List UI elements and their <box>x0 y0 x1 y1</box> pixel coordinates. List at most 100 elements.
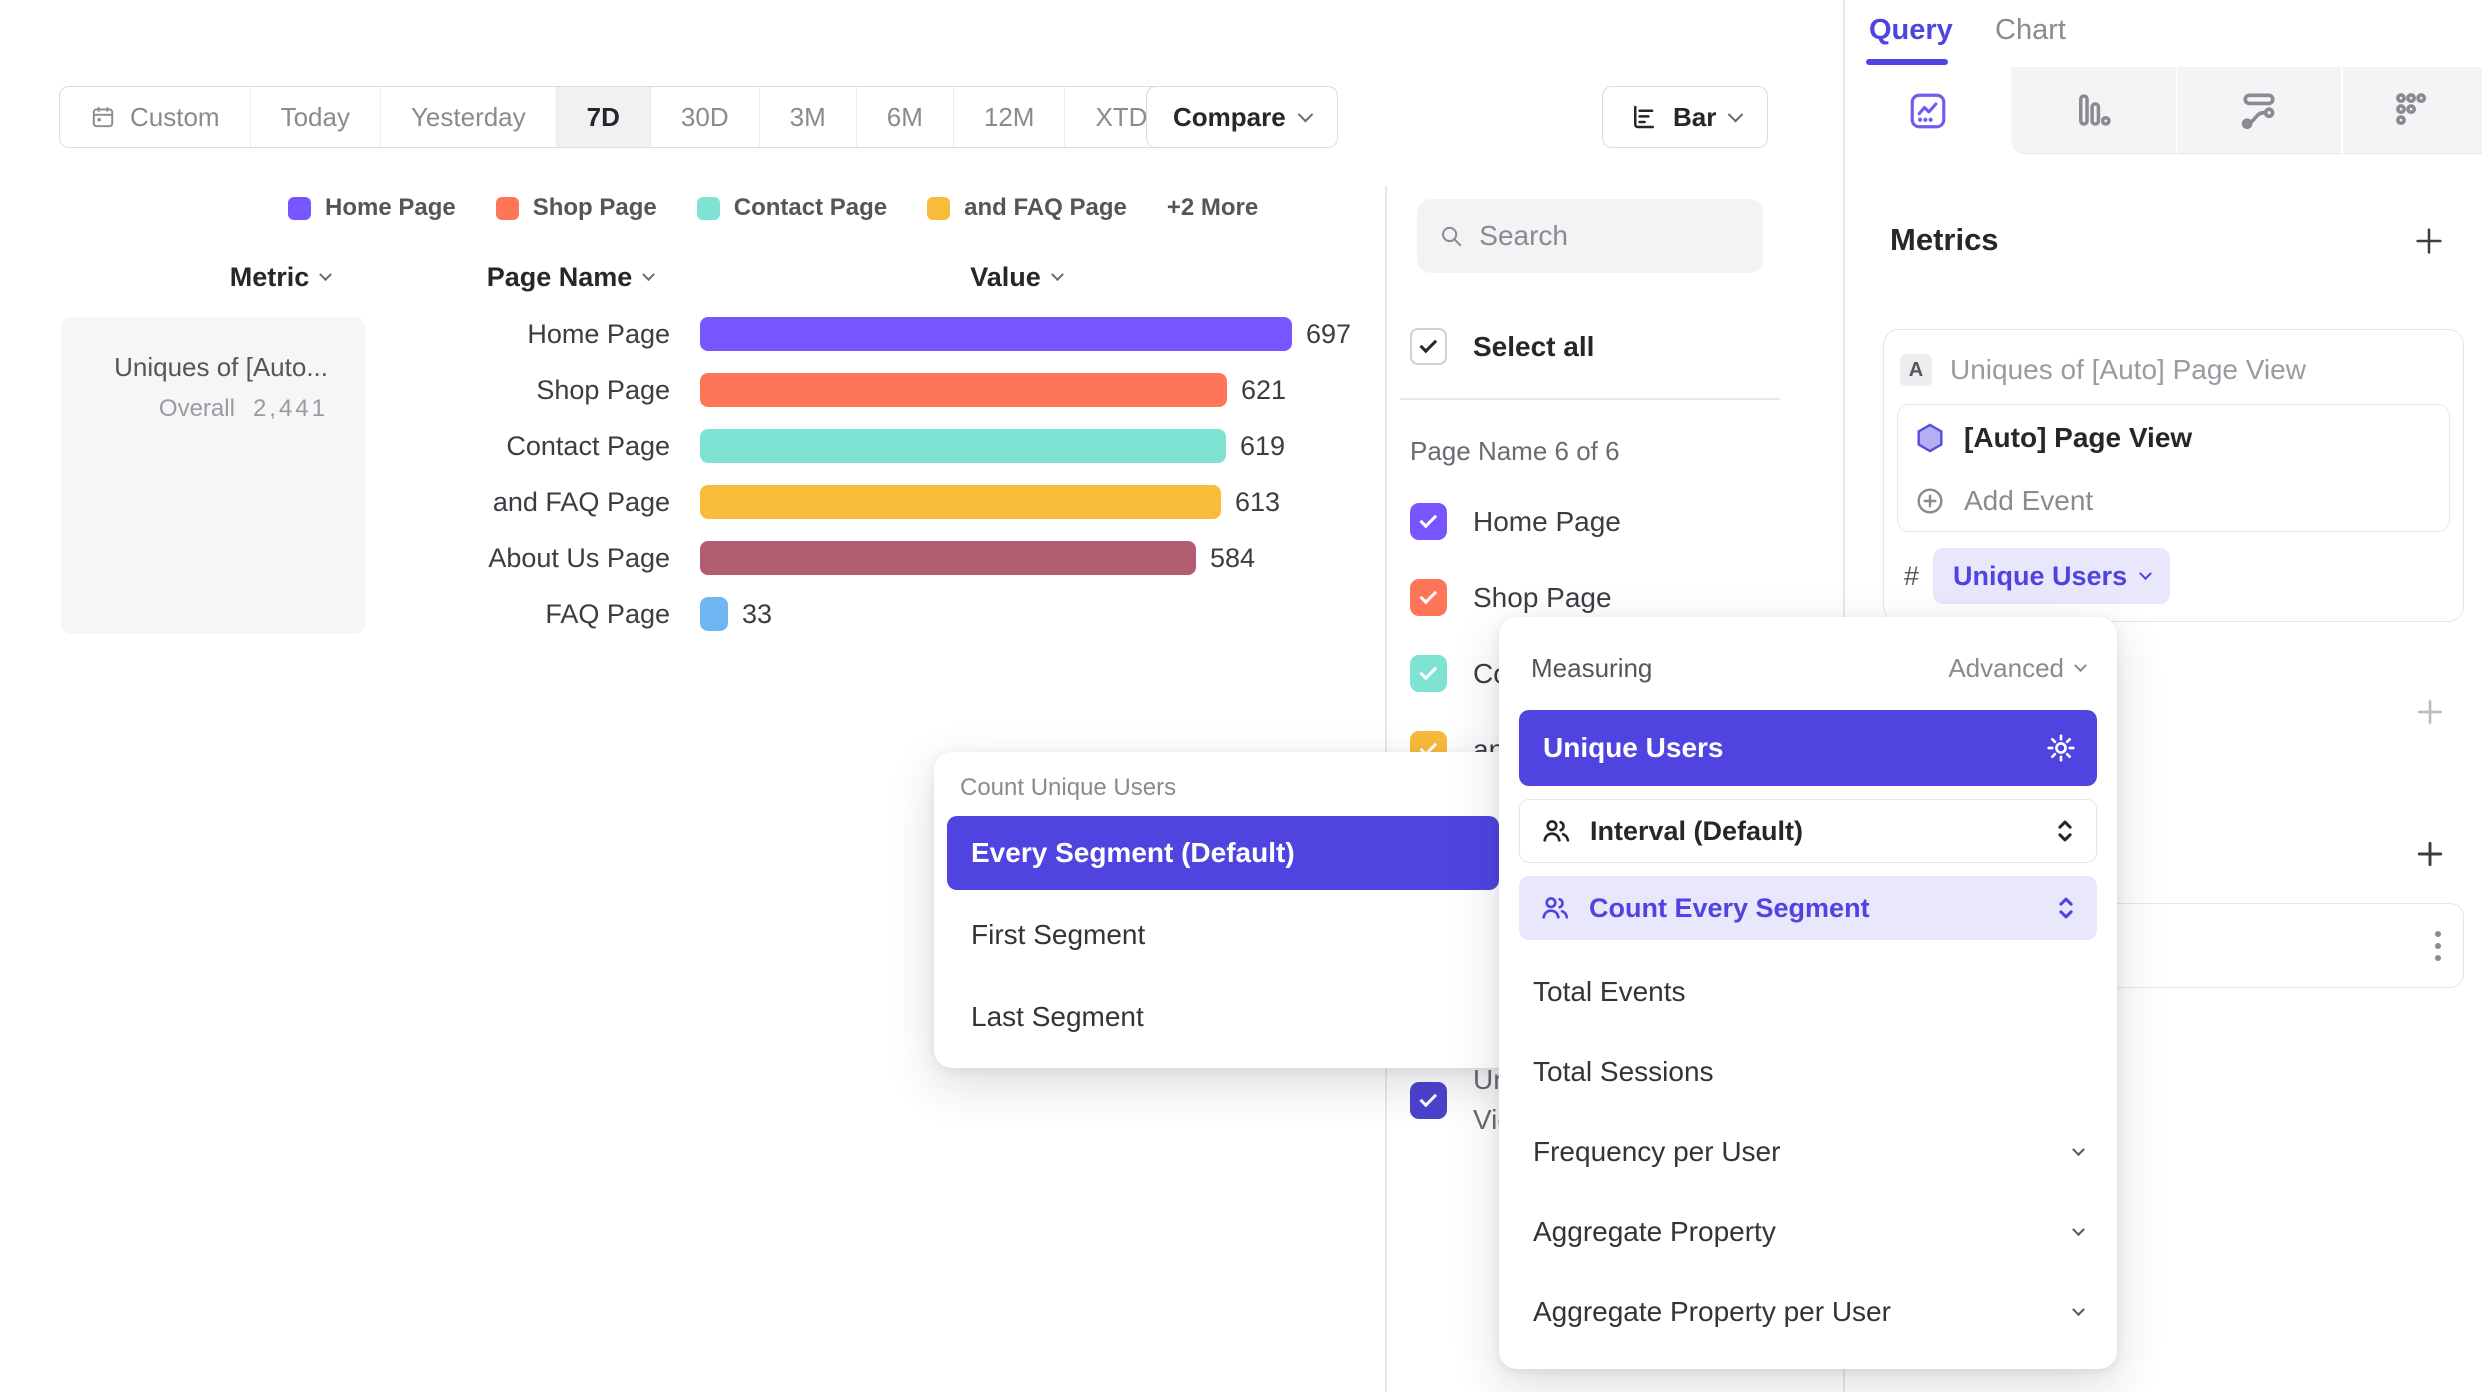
event-row[interactable]: [Auto] Page View <box>1898 405 2449 471</box>
bar-and-faq-page[interactable] <box>700 485 1221 519</box>
date-range-yesterday[interactable]: Yesterday <box>381 87 557 147</box>
segment-popover-title: Count Unique Users <box>947 772 1499 816</box>
option-total-sessions[interactable]: Total Sessions <box>1519 1032 2097 1112</box>
option-aggregate-property[interactable]: Aggregate Property <box>1519 1192 2097 1272</box>
table-row: Shop Page 621 <box>0 362 1380 418</box>
chevron-down-icon <box>642 268 655 281</box>
measure-options-list: Total Events Total Sessions Frequency pe… <box>1519 952 2097 1352</box>
option-last-segment[interactable]: Last Segment <box>947 980 1499 1054</box>
table-row: and FAQ Page 613 <box>0 474 1380 530</box>
search-box <box>1417 199 1763 273</box>
tab-insights-chart[interactable] <box>1845 67 2011 154</box>
interval-selector[interactable]: Interval (Default) <box>1519 799 2097 863</box>
chevron-down-icon <box>2072 1223 2085 1236</box>
people-icon <box>1539 892 1571 924</box>
bar-contact-page[interactable] <box>700 429 1226 463</box>
compare-button[interactable]: Compare <box>1146 86 1338 148</box>
selected-measure-unique-users[interactable]: Unique Users <box>1519 710 2097 786</box>
row-label: Shop Page <box>0 375 670 406</box>
date-range-label: Custom <box>130 102 220 133</box>
column-header-page-name[interactable]: Page Name <box>460 262 680 293</box>
advanced-dropdown[interactable]: Advanced <box>1948 653 2085 684</box>
legend-more-button[interactable]: +2 More <box>1167 194 1258 222</box>
add-filter-button[interactable] <box>2414 696 2446 733</box>
add-metric-button[interactable] <box>2412 224 2446 263</box>
add-breakdown-button[interactable] <box>2414 838 2446 875</box>
date-range-3m[interactable]: 3M <box>760 87 857 147</box>
row-value: 619 <box>1240 431 1285 462</box>
row-value: 584 <box>1210 543 1255 574</box>
calendar-icon <box>90 104 116 130</box>
checkbox[interactable] <box>1410 655 1447 692</box>
row-label: FAQ Page <box>0 599 670 630</box>
tab-chart[interactable]: Chart <box>1995 14 2066 47</box>
bar-home-page[interactable] <box>700 317 1292 351</box>
option-frequency-per-user[interactable]: Frequency per User <box>1519 1112 2097 1192</box>
option-total-events[interactable]: Total Events <box>1519 952 2097 1032</box>
people-icon <box>1540 815 1572 847</box>
count-mode-selector[interactable]: Count Every Segment <box>1519 876 2097 940</box>
sort-icon <box>2055 894 2077 922</box>
tab-retention-chart[interactable] <box>2343 67 2482 154</box>
checkbox[interactable] <box>1410 579 1447 616</box>
legend-item[interactable]: Shop Page <box>496 194 657 222</box>
checkmark-icon <box>1419 336 1437 354</box>
sort-icon <box>2054 817 2076 845</box>
tab-query[interactable]: Query <box>1869 14 1953 47</box>
measure-pill[interactable]: Unique Users <box>1933 548 2170 604</box>
chart-legend: Home Page Shop Page Contact Page and FAQ… <box>288 194 1258 222</box>
option-first-segment[interactable]: First Segment <box>947 898 1499 972</box>
date-range-6m[interactable]: 6M <box>857 87 954 147</box>
segment-popover: Count Unique Users Every Segment (Defaul… <box>934 752 1512 1068</box>
filter-item-shop-page[interactable]: Shop Page <box>1410 579 1612 616</box>
kebab-icon[interactable] <box>2435 931 2441 961</box>
measuring-popover: Measuring Advanced Unique Users Interval… <box>1499 617 2117 1369</box>
date-range-12m[interactable]: 12M <box>954 87 1066 147</box>
chevron-down-icon <box>1728 106 1744 122</box>
chevron-down-icon <box>2139 567 2152 580</box>
bar-shop-page[interactable] <box>700 373 1227 407</box>
chevron-down-icon <box>319 268 332 281</box>
plus-icon <box>2414 696 2446 728</box>
legend-swatch <box>496 197 519 220</box>
legend-swatch <box>697 197 720 220</box>
select-all-row[interactable]: Select all <box>1410 328 1594 365</box>
date-range-control: Custom Today Yesterday 7D 30D 3M 6M 12M … <box>59 86 1201 148</box>
date-range-custom[interactable]: Custom <box>60 87 251 147</box>
column-header-metric[interactable]: Metric <box>170 262 390 293</box>
chart-type-selector[interactable]: Bar <box>1602 86 1768 148</box>
search-input[interactable] <box>1479 220 1741 252</box>
date-range-7d[interactable]: 7D <box>557 87 651 147</box>
bar-columns-icon <box>2072 89 2114 131</box>
checkbox[interactable] <box>1410 503 1447 540</box>
table-row: Contact Page 619 <box>0 418 1380 474</box>
date-range-30d[interactable]: 30D <box>651 87 760 147</box>
metrics-section-title: Metrics <box>1890 222 1999 258</box>
add-circle-icon <box>1914 485 1946 517</box>
tab-funnels-chart[interactable] <box>2011 67 2176 154</box>
row-value: 613 <box>1235 487 1280 518</box>
hbar-chart-icon <box>1629 102 1659 132</box>
measuring-popover-header: Measuring Advanced <box>1519 653 2097 684</box>
add-event-row[interactable]: Add Event <box>1898 471 2449 531</box>
gear-icon[interactable] <box>2045 732 2077 764</box>
legend-item[interactable]: Home Page <box>288 194 456 222</box>
column-header-value[interactable]: Value <box>906 262 1126 293</box>
active-tab-underline <box>1866 59 1948 65</box>
legend-item[interactable]: Contact Page <box>697 194 887 222</box>
option-aggregate-property-per-user[interactable]: Aggregate Property per User <box>1519 1272 2097 1352</box>
select-all-checkbox[interactable] <box>1410 328 1447 365</box>
filter-item-home-page[interactable]: Home Page <box>1410 503 1621 540</box>
row-value: 621 <box>1241 375 1286 406</box>
checkbox[interactable] <box>1410 1082 1447 1119</box>
plus-icon <box>2414 838 2446 870</box>
table-row: FAQ Page 33 <box>0 586 1380 642</box>
bar-about-us-page[interactable] <box>700 541 1196 575</box>
table-row: About Us Page 584 <box>0 530 1380 586</box>
option-every-segment[interactable]: Every Segment (Default) <box>947 816 1499 890</box>
legend-item[interactable]: and FAQ Page <box>927 194 1127 222</box>
bar-faq-page[interactable] <box>700 597 728 631</box>
tab-flows-chart[interactable] <box>2177 67 2341 154</box>
date-range-today[interactable]: Today <box>251 87 381 147</box>
metric-card-header[interactable]: A Uniques of [Auto] Page View <box>1884 330 2463 386</box>
